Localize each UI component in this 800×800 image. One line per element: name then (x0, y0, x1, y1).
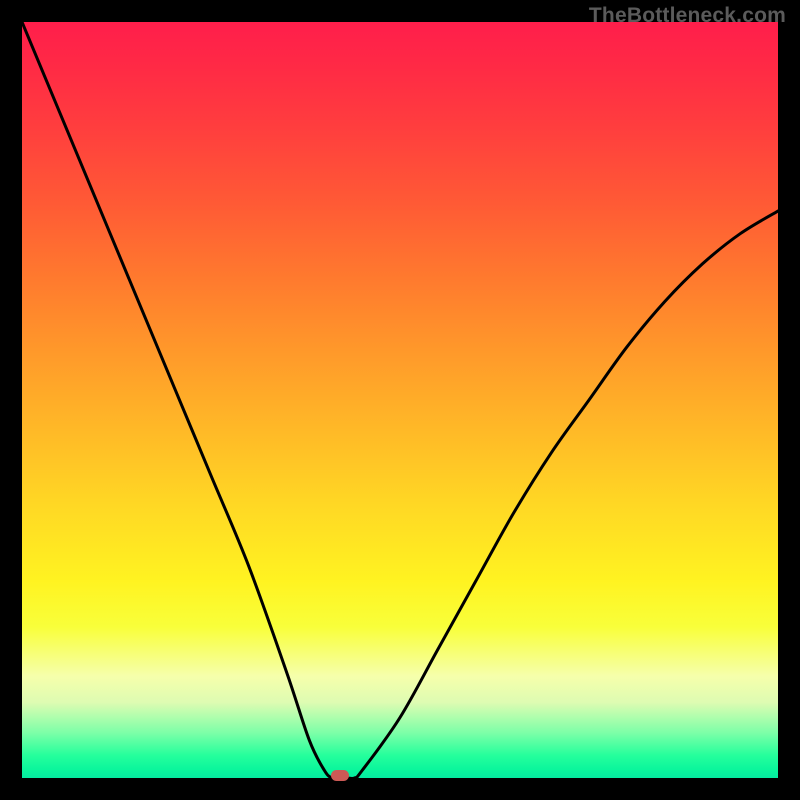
curve-path (22, 22, 778, 778)
curve-svg (22, 22, 778, 778)
minimum-marker (331, 770, 349, 781)
watermark-text: TheBottleneck.com (589, 4, 786, 28)
chart-frame: TheBottleneck.com (0, 0, 800, 800)
plot-area (22, 22, 778, 778)
